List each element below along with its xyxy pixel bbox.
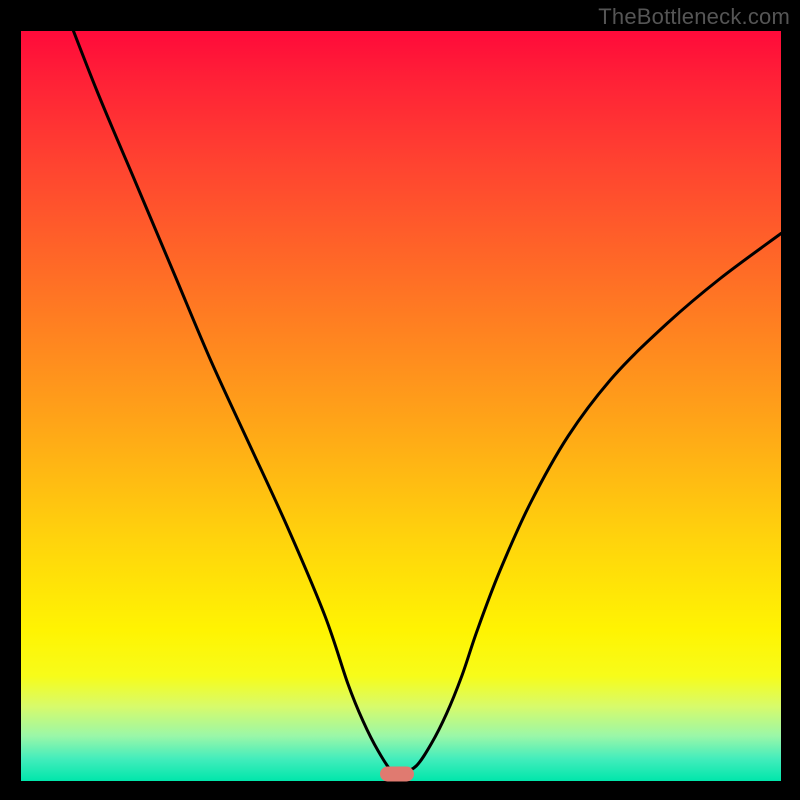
valley-marker	[380, 767, 414, 782]
curve-svg	[21, 31, 781, 781]
chart-frame: TheBottleneck.com	[0, 0, 800, 800]
bottleneck-curve-path	[21, 31, 781, 776]
plot-area	[21, 31, 781, 781]
watermark-text: TheBottleneck.com	[598, 4, 790, 30]
